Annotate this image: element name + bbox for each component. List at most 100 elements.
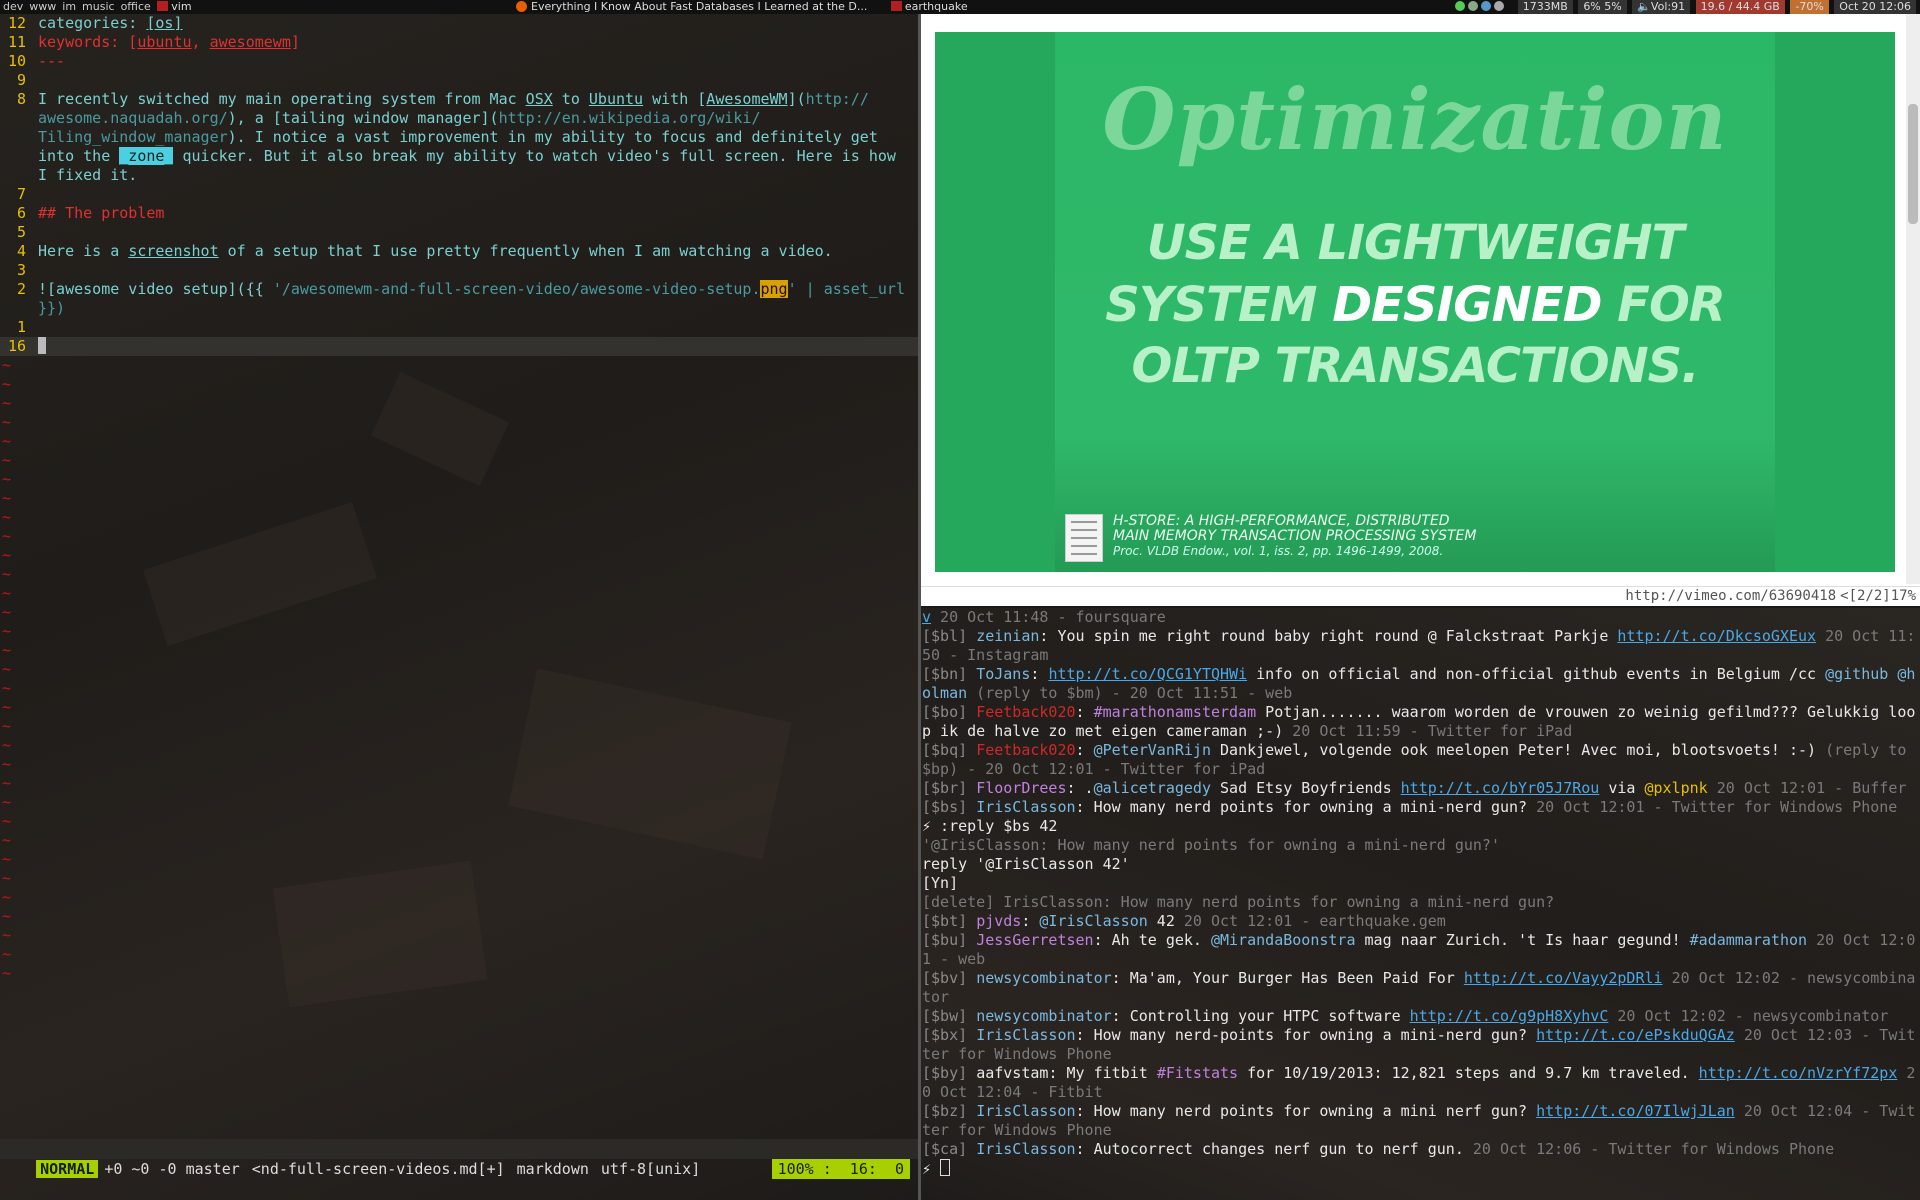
tweet-text: 20 Oct 12:01 - Buffer [1707,779,1907,797]
line-text: with [ [643,90,707,108]
workspace-tag-office[interactable]: office [118,0,154,14]
vim-line[interactable]: 6 ## The problem [0,204,918,223]
tweet-link[interactable]: http://t.co/Vayy2pDRli [1464,969,1663,987]
tweet-text: : [1075,703,1094,721]
tweet-text: #Fitstats [1156,1064,1239,1082]
tweet-text: IrisClasson [976,1026,1076,1044]
workspace-tag-im[interactable]: im [59,0,79,14]
vim-current-line[interactable]: 16 [0,337,918,356]
empty-line-marker: ~ [0,622,918,641]
tweet-link[interactable]: http://t.co/07IlwjJLan [1536,1102,1735,1120]
clock-widget[interactable]: Oct 20 12:06 [1834,0,1916,14]
task-firefox[interactable]: Everything I Know About Fast Databases I… [516,0,877,13]
line-number: 10 [7,52,26,70]
empty-line-marker: ~ [0,679,918,698]
workspace-tag-dev[interactable]: dev [0,0,26,14]
vim-line[interactable]: into the _zone_ quicker. But it also bre… [0,147,918,166]
empty-line-marker: ~ [0,793,918,812]
line-text: to [552,90,589,108]
tilde-marker: ~ [2,470,12,488]
vim-line[interactable]: 12 categories: [os] [0,14,918,33]
tweet-text: aafvstam [976,1064,1049,1082]
tweet-text: : [1021,912,1040,930]
tilde-marker: ~ [2,850,12,868]
tilde-marker: ~ [2,394,12,412]
vim-line[interactable]: 1 [0,318,918,337]
vim-line[interactable]: 8 I recently switched my main operating s… [0,90,918,109]
tweet-text: [$bw] [922,1007,977,1025]
file-type: markdown [516,1160,589,1178]
empty-line-marker: ~ [0,717,918,736]
vim-mode: NORMAL [36,1160,99,1178]
tweet-text: #marathonamsterdam [1093,703,1257,721]
scrollbar-thumb[interactable] [1908,104,1918,224]
empty-line-marker: ~ [0,451,918,470]
tilde-marker: ~ [2,945,12,963]
tweet-text: [delete] IrisClasson: How many nerd poin… [922,893,1555,911]
line-text: of a setup that I use pretty frequently … [218,242,833,260]
home-icon[interactable] [1494,1,1505,11]
tweet-line: [$bq] Feetback020: @PeterVanRijn Dankjew… [921,741,1920,779]
line-number: 12 [7,14,26,32]
vim-buffer[interactable]: 12 categories: [os] 11 keywords: [ubuntu, a… [0,14,918,983]
vim-line[interactable]: awesome.naquadah.org/), a [tailing windo… [0,109,918,128]
tilde-marker: ~ [2,926,12,944]
tweet-stream: v 20 Oct 11:48 - foursquare [$bl] zeinian… [921,608,1920,1159]
vim-line[interactable]: 5 [0,223,918,242]
vim-line[interactable]: 9 [0,71,918,90]
earthquake-terminal[interactable]: v 20 Oct 11:48 - foursquare [$bl] zeinian… [921,608,1920,1200]
tweet-link[interactable]: v [922,608,931,626]
tweet-text: Sad Etsy Boyfriends [1211,779,1401,797]
tweet-link[interactable]: http://t.co/QCG1YTQHWi [1048,665,1247,683]
spotify-icon[interactable] [1455,1,1466,11]
empty-line-marker: ~ [0,812,918,831]
browser-scrollbar[interactable] [1906,14,1920,584]
line-text: http:// [805,90,869,108]
tweet-text: : You spin me right round baby right rou… [1039,627,1618,645]
tweet-link[interactable]: http://t.co/DkcsoGXEux [1617,627,1816,645]
cpu-value: 6% 5% [1583,0,1622,13]
page-info: <[2/2]17% [1840,588,1916,604]
vim-line[interactable]: }}) [0,299,918,318]
window-task-list: Everything I Know About Fast Databases I… [516,0,988,14]
tweet-text: [$bx] [922,1026,977,1044]
vim-line[interactable]: 2 ![awesome video setup]({{ '/awesomewm-a… [0,280,918,299]
tweet-link[interactable]: http://t.co/ePskduQGAz [1536,1026,1735,1044]
status-tray: 1733MB 6% 5% 🔈Vol:91 19.6 / 44.4 GB -70%… [1448,0,1916,14]
tilde-marker: ~ [2,660,12,678]
line-text: --- [38,52,66,70]
vim-editor[interactable]: 12 categories: [os] 11 keywords: [ubuntu, a… [0,14,918,1200]
line-text: ![awesome video setup]({{ [38,280,273,298]
line-text: quicker. But it also break my ability to… [173,147,896,165]
slide-line-2-pre: SYSTEM [1105,277,1333,333]
line-text: awesomewm [209,33,291,51]
vim-line[interactable]: I fixed it. [0,166,918,185]
wifi-icon[interactable] [1481,1,1492,11]
workspace-tag-www[interactable]: www [26,0,59,14]
tweet-link[interactable]: http://t.co/bYr05J7Rou [1401,779,1600,797]
tilde-marker: ~ [2,641,12,659]
tweet-link[interactable]: http://t.co/g9pH8XyhvC [1410,1007,1609,1025]
vim-line[interactable]: 4 Here is a screenshot of a setup that I … [0,242,918,261]
workspace-tag-music[interactable]: music [79,0,118,14]
network-icon[interactable] [1468,1,1479,11]
task-earthquake[interactable]: earthquake [890,0,978,13]
vim-line[interactable]: 3 [0,261,918,280]
battery-widget: -70% [1790,0,1829,14]
tweet-text: @PeterVanRijn [1093,741,1211,759]
video-player[interactable]: Optimization USE A LIGHTWEIGHT SYSTEM DE… [935,32,1895,572]
tweet-text: for 10/19/2013: 12,821 steps and 9.7 km … [1238,1064,1699,1082]
empty-line-marker: ~ [0,774,918,793]
vim-line[interactable]: 10 --- [0,52,918,71]
browser-pane[interactable]: Optimization USE A LIGHTWEIGHT SYSTEM DE… [921,14,1920,606]
empty-line-marker: ~ [0,394,918,413]
tweet-text: : My fitbit [1048,1064,1157,1082]
vim-line[interactable]: 7 [0,185,918,204]
tweet-link[interactable]: http://t.co/nVzrYf72px [1699,1064,1898,1082]
line-text: screenshot [128,242,219,260]
tray-icons [1450,0,1512,14]
vim-line[interactable]: 11 keywords: [ubuntu, awesomewm] [0,33,918,52]
volume-widget[interactable]: 🔈Vol:91 [1632,0,1691,14]
command-prompt[interactable]: ⚡ [921,1159,1920,1179]
vim-line[interactable]: Tiling_window_manager). I notice a vast … [0,128,918,147]
